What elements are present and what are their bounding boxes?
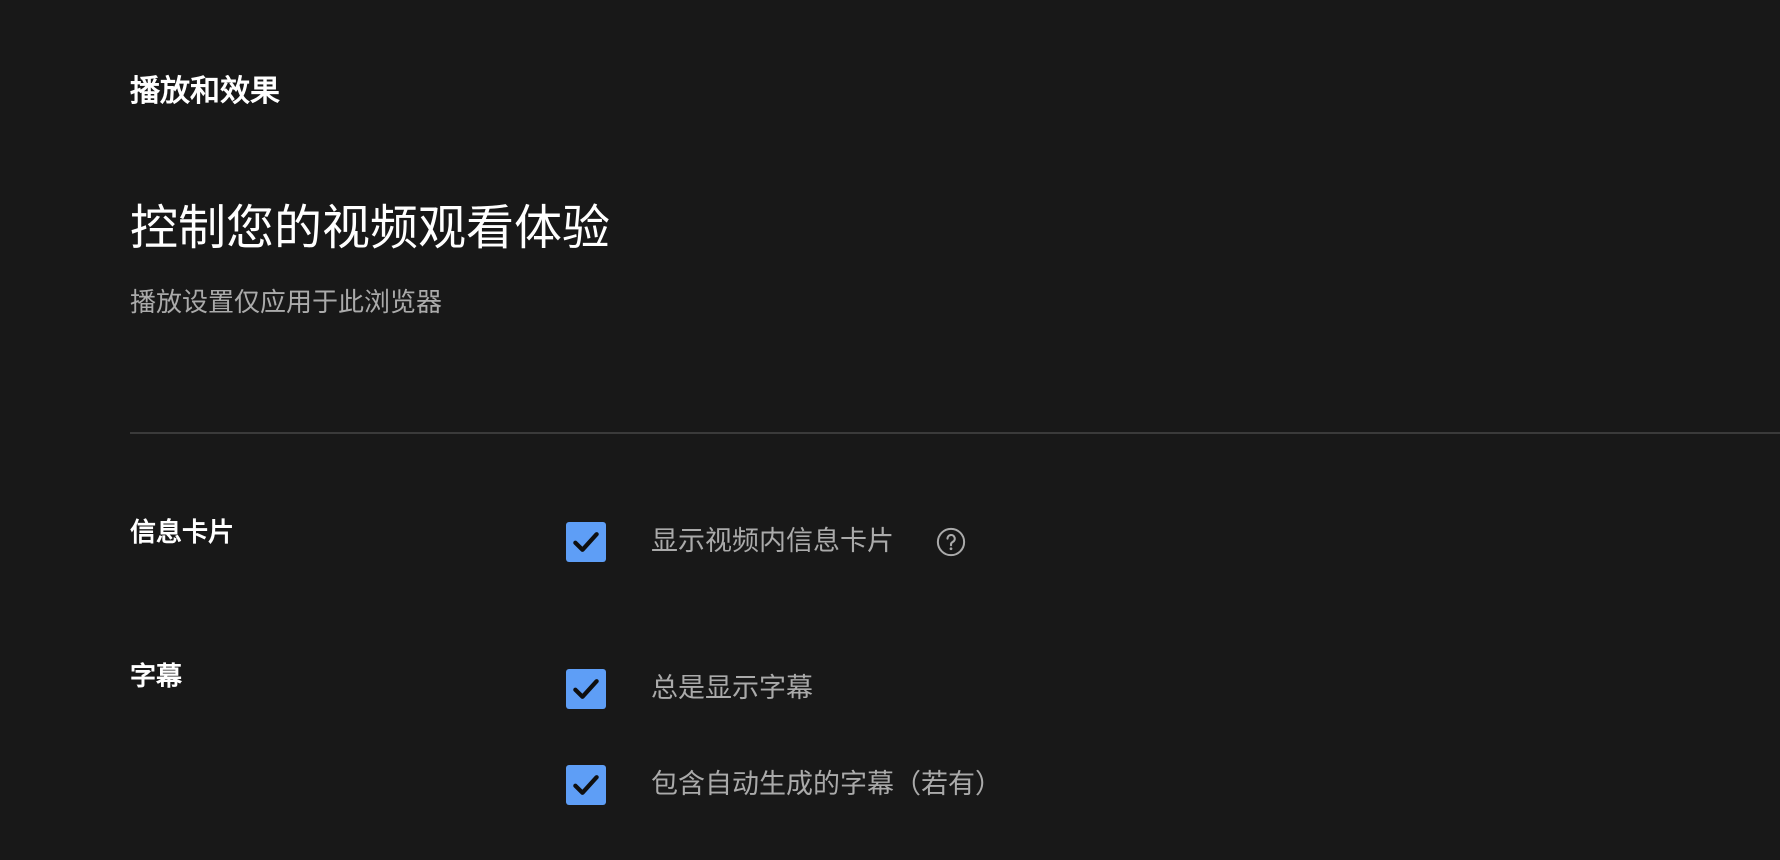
checkmark-icon <box>573 532 599 552</box>
show-info-cards-label: 显示视频内信息卡片 <box>651 526 894 557</box>
checkmark-icon <box>573 679 599 699</box>
checkmark-icon <box>573 775 599 795</box>
show-info-cards-checkbox[interactable] <box>566 522 606 562</box>
section-divider <box>130 432 1780 434</box>
always-show-captions-label: 总是显示字幕 <box>651 673 813 704</box>
section-title: 播放和效果 <box>130 74 280 109</box>
always-show-captions-checkbox[interactable] <box>566 669 606 709</box>
auto-generated-captions-option[interactable]: 包含自动生成的字幕（若有） <box>566 764 1002 806</box>
help-circle-icon[interactable] <box>936 527 966 557</box>
page-heading: 控制您的视频观看体验 <box>130 200 611 256</box>
always-show-captions-option[interactable]: 总是显示字幕 <box>566 668 813 710</box>
auto-generated-captions-checkbox[interactable] <box>566 765 606 805</box>
auto-generated-captions-label: 包含自动生成的字幕（若有） <box>651 769 1002 800</box>
page-subtitle: 播放设置仅应用于此浏览器 <box>130 288 443 318</box>
info-cards-label: 信息卡片 <box>130 518 235 548</box>
playback-settings-page: 播放和效果 控制您的视频观看体验 播放设置仅应用于此浏览器 信息卡片 显示视频内… <box>0 0 1780 860</box>
show-info-cards-option[interactable]: 显示视频内信息卡片 <box>566 521 966 563</box>
captions-label: 字幕 <box>130 662 183 692</box>
